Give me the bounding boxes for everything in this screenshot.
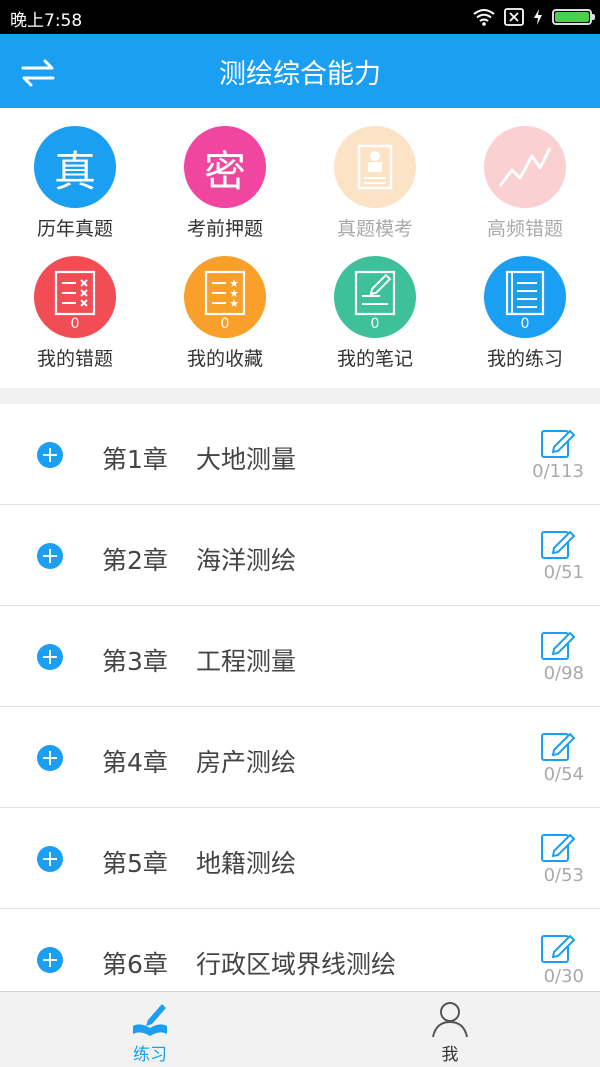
grid-label: 我的错题: [36, 348, 113, 370]
grid-item-mock-exam[interactable]: 真题模考: [300, 108, 450, 240]
grid-item-past-exams[interactable]: 真 历年真题: [0, 108, 150, 240]
grid-label: 我的笔记: [336, 348, 413, 370]
chapter-row[interactable]: 第2章 海洋测绘 0/51: [0, 505, 600, 606]
grid-count: 0: [220, 316, 230, 332]
chapter-title: 海洋测绘: [196, 546, 297, 575]
grid-item-my-favorites[interactable]: ★ ★ ★ 0 我的收藏: [150, 238, 300, 370]
plus-icon[interactable]: [37, 846, 63, 872]
chapter-progress: 0/30: [543, 966, 584, 987]
status-time: 晚上7:58: [10, 11, 83, 31]
chapter-row[interactable]: 第4章 房产测绘 0/54: [0, 707, 600, 808]
svg-text:★: ★: [229, 297, 239, 310]
status-icons: [473, 7, 595, 27]
chapter-title: 工程测量: [196, 647, 297, 676]
chapter-progress: 0/54: [543, 764, 584, 785]
secret-icon: 密: [184, 126, 266, 208]
charging-icon: [534, 9, 542, 25]
grid-item-predicted-questions[interactable]: 密 考前押题: [150, 108, 300, 240]
edit-icon[interactable]: [540, 829, 576, 865]
grid-count: 0: [370, 316, 380, 332]
chapter-progress: 0/53: [543, 865, 584, 886]
grid-count: 0: [70, 316, 80, 332]
practice-book-icon: 0: [484, 256, 566, 338]
page-title: 测绘综合能力: [219, 59, 381, 90]
edit-icon[interactable]: [540, 425, 576, 461]
tab-practice[interactable]: 练习: [0, 992, 300, 1067]
sim-disabled-icon: [504, 8, 524, 26]
grid-item-my-notes[interactable]: 0 我的笔记: [300, 238, 450, 370]
edit-icon[interactable]: [540, 627, 576, 663]
chapter-row[interactable]: 第1章 大地测量 0/113: [0, 404, 600, 505]
edit-icon[interactable]: [540, 930, 576, 966]
chapter-number: 第1章: [102, 445, 168, 474]
grid-item-my-wrong[interactable]: 0 我的错题: [0, 238, 150, 370]
tab-me[interactable]: 我: [300, 992, 600, 1067]
plus-icon[interactable]: [37, 442, 63, 468]
feature-grid: 真 历年真题 密 考前押题 真题模考 高频错题 0 我的错题 ★ ★ ★ 0 我…: [0, 108, 600, 388]
tab-label: 我: [441, 1045, 459, 1065]
edit-icon[interactable]: [540, 728, 576, 764]
trend-icon: [484, 126, 566, 208]
status-bar: 晚上7:58: [0, 0, 600, 34]
chapter-number: 第6章: [102, 950, 168, 979]
battery-fill: [555, 12, 589, 22]
grid-item-frequent-errors[interactable]: 高频错题: [450, 108, 600, 240]
chapter-progress: 0/51: [543, 562, 584, 583]
chapter-title: 房产测绘: [196, 748, 297, 777]
chapter-row[interactable]: 第5章 地籍测绘 0/53: [0, 808, 600, 909]
person-icon: [432, 1002, 468, 1038]
battery-icon: [552, 9, 595, 25]
grid-label: 历年真题: [36, 218, 113, 240]
star-list-icon: ★ ★ ★ 0: [184, 256, 266, 338]
chapter-progress: 0/98: [543, 663, 584, 684]
app-header: 测绘综合能力: [0, 34, 600, 108]
grid-count: 0: [520, 316, 530, 332]
chapter-progress: 0/113: [532, 461, 584, 482]
grid-item-my-practice[interactable]: 0 我的练习: [450, 238, 600, 370]
chapter-title: 大地测量: [196, 445, 297, 474]
wifi-icon: [473, 9, 495, 26]
grid-label: 真题模考: [336, 218, 413, 240]
note-icon: 0: [334, 256, 416, 338]
pen-book-icon: [133, 1004, 167, 1036]
grid-label: 考前押题: [186, 218, 263, 240]
exam-paper-icon: [334, 126, 416, 208]
edit-icon[interactable]: [540, 526, 576, 562]
chapter-number: 第5章: [102, 849, 168, 878]
bottom-nav: 练习 我: [0, 991, 600, 1067]
chapter-number: 第2章: [102, 546, 168, 575]
tab-label: 练习: [133, 1045, 167, 1065]
plus-icon[interactable]: [37, 745, 63, 771]
grid-label: 我的练习: [486, 348, 563, 370]
plus-icon[interactable]: [37, 644, 63, 670]
chapter-list: 第1章 大地测量 0/113 第2章 海洋测绘 0/51 第3章 工程测量 0/…: [0, 404, 600, 1010]
plus-icon[interactable]: [37, 947, 63, 973]
wrong-list-icon: 0: [34, 256, 116, 338]
chapter-title: 地籍测绘: [196, 849, 297, 878]
chapter-title: 行政区域界线测绘: [196, 950, 397, 979]
chapter-number: 第4章: [102, 748, 168, 777]
plus-icon[interactable]: [37, 543, 63, 569]
grid-label: 我的收藏: [186, 348, 263, 370]
book-icon: 真: [34, 126, 116, 208]
chapter-number: 第3章: [102, 647, 168, 676]
chapter-row[interactable]: 第3章 工程测量 0/98: [0, 606, 600, 707]
grid-label: 高频错题: [486, 218, 563, 240]
